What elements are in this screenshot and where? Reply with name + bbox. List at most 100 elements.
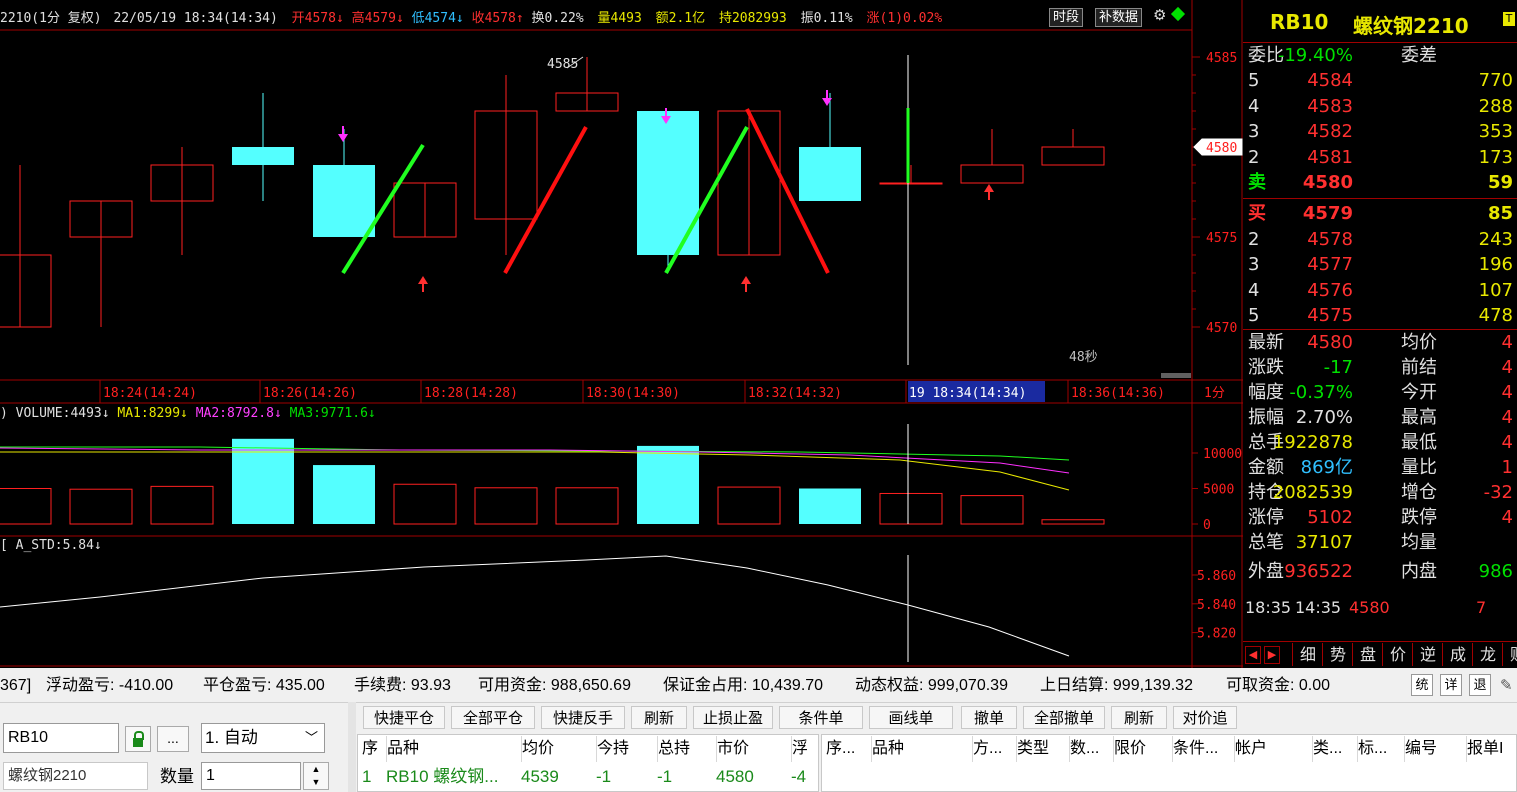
prev-icon[interactable]: ◀	[1245, 646, 1261, 664]
order-column-header[interactable]: 类型	[1016, 736, 1068, 762]
action-button[interactable]: 对价追	[1173, 706, 1237, 729]
quote-tab[interactable]: 细	[1292, 643, 1323, 666]
stats-row[interactable]: 振幅 2.70% 最高 4	[1243, 405, 1517, 430]
quote-tab[interactable]: 势	[1322, 643, 1353, 666]
stepper-up-icon[interactable]: ▲	[304, 763, 328, 776]
bid-row[interactable]: 5 4575 478	[1243, 303, 1517, 328]
action-button[interactable]: 快捷反手	[541, 706, 625, 729]
gear-icon[interactable]: ⚙	[1153, 6, 1166, 24]
mode-select[interactable]: 1. 自动 ﹀	[201, 723, 325, 753]
candle-body	[1041, 146, 1105, 166]
ask-price: 4581	[1307, 146, 1353, 168]
exit-icon[interactable]: 退	[1469, 674, 1491, 696]
order-column-header[interactable]: 方...	[972, 736, 1015, 762]
order-column-header[interactable]: 标...	[1357, 736, 1403, 762]
period-button[interactable]: 时段	[1049, 8, 1084, 27]
action-button[interactable]: 刷新	[631, 706, 687, 729]
quote-tabs: ◀ ▶ 细势盘价逆成龙财	[1243, 641, 1517, 667]
stats-row[interactable]: 幅度 -0.37% 今开 4	[1243, 380, 1517, 405]
action-button[interactable]: 快捷平仓	[363, 706, 445, 729]
arrow-down-icon: ↓	[455, 11, 464, 26]
ask-row[interactable]: 5 4584 770	[1243, 68, 1517, 93]
quote-tab[interactable]: 价	[1382, 643, 1413, 666]
lock-button[interactable]	[125, 726, 151, 752]
tick-time2: 14:35	[1295, 598, 1342, 617]
position-column-header[interactable]: 市价	[716, 736, 790, 762]
action-button[interactable]: 撤单	[961, 706, 1017, 729]
action-button[interactable]: 止损止盈	[693, 706, 773, 729]
ask-row[interactable]: 3 4582 353	[1243, 119, 1517, 144]
stats-row[interactable]: 涨跌 -17 前结 4	[1243, 355, 1517, 380]
action-button[interactable]: 画线单	[869, 706, 953, 729]
stat-value: 2.70%	[1295, 407, 1353, 428]
ask-level: 2	[1248, 146, 1260, 168]
stepper-down-icon[interactable]: ▼	[304, 776, 328, 789]
order-column-header[interactable]: 数...	[1069, 736, 1112, 762]
order-column-header[interactable]: 类...	[1312, 736, 1356, 762]
bid-row[interactable]: 买 4579 85	[1243, 201, 1517, 226]
stat-value: 1	[1501, 457, 1513, 478]
stat-label: 前结	[1401, 357, 1437, 378]
order-column-header[interactable]: 条件...	[1172, 736, 1233, 762]
ask-level: 3	[1248, 121, 1260, 142]
price-tick-label: 4585	[1206, 51, 1237, 66]
stat-value: 2082539	[1272, 482, 1353, 503]
order-column-header[interactable]: 限价	[1113, 736, 1171, 762]
current-price-label: 4580	[1206, 141, 1237, 156]
ask-row[interactable]: 4 4583 288	[1243, 94, 1517, 119]
action-button[interactable]: 条件单	[779, 706, 863, 729]
order-column-header[interactable]: 编号	[1404, 736, 1465, 762]
position-column-header[interactable]: 总持	[657, 736, 715, 762]
position-column-header[interactable]: 今持	[596, 736, 656, 762]
order-column-header[interactable]: 报单I	[1466, 736, 1514, 762]
stats-row[interactable]: 最新 4580 均价 4	[1243, 330, 1517, 355]
position-column-header[interactable]: 均价	[521, 736, 595, 762]
stats-row[interactable]: 涨停 5102 跌停 4	[1243, 505, 1517, 530]
position-column-header[interactable]: 品种	[386, 736, 520, 762]
stat-label: 量比	[1401, 457, 1437, 478]
next-icon[interactable]: ▶	[1264, 646, 1280, 664]
stat-value: -17	[1323, 357, 1353, 378]
signal-arrow-icon	[741, 276, 751, 284]
quote-tab[interactable]: 盘	[1352, 643, 1383, 666]
stat-value: 4	[1501, 407, 1513, 428]
diff-label: 委差	[1401, 45, 1437, 66]
bid-row[interactable]: 3 4577 196	[1243, 252, 1517, 277]
quantity-stepper[interactable]: ▲ ▼	[303, 762, 329, 790]
browse-button[interactable]: ...	[157, 726, 189, 752]
book-divider	[1243, 198, 1517, 199]
quote-tab[interactable]: 成	[1442, 643, 1473, 666]
stats-icon[interactable]: 统	[1411, 674, 1433, 696]
symbol-input[interactable]: RB10	[3, 723, 119, 753]
prev-settlement: 上日结算: 999,139.32	[1040, 677, 1193, 694]
quote-tab[interactable]: 龙	[1472, 643, 1503, 666]
quote-tab[interactable]: 逆	[1412, 643, 1443, 666]
order-column-header[interactable]: 序...	[826, 736, 869, 762]
quote-symbol: RB10	[1270, 10, 1329, 34]
order-column-header[interactable]: 帐户	[1234, 736, 1311, 762]
bid-row[interactable]: 4 4576 107	[1243, 278, 1517, 303]
stats-row[interactable]: 总笔 37107 均量	[1243, 530, 1517, 555]
position-column-header[interactable]: 浮	[791, 736, 814, 762]
trade-flag-icon[interactable]: T	[1503, 12, 1515, 26]
bid-row[interactable]: 2 4578 243	[1243, 227, 1517, 252]
stats-row[interactable]: 金额 869亿 量比 1	[1243, 455, 1517, 480]
ask-row[interactable]: 2 4581 173	[1243, 145, 1517, 170]
stat-label: 均价	[1401, 332, 1437, 353]
quantity-input[interactable]: 1	[201, 762, 301, 790]
stats-row[interactable]: 总手 1922878 最低 4	[1243, 430, 1517, 455]
pin-icon[interactable]: ✎	[1500, 676, 1513, 694]
stats-row[interactable]: 持仓 2082539 增仓 -32	[1243, 480, 1517, 505]
ask-row[interactable]: 卖 4580 59	[1243, 170, 1517, 195]
kline-chart[interactable]: 45854580457545704580458548秒18:24(14:24)1…	[0, 0, 1243, 668]
detail-icon[interactable]: 详	[1440, 674, 1462, 696]
action-button[interactable]: 全部平仓	[451, 706, 535, 729]
ask-price: 4583	[1307, 95, 1353, 117]
action-button[interactable]: 全部撤单	[1023, 706, 1105, 729]
quote-tab[interactable]: 财	[1502, 643, 1517, 666]
action-button[interactable]: 刷新	[1111, 706, 1167, 729]
header-volume: 量4493	[597, 11, 642, 26]
order-column-header[interactable]: 品种	[871, 736, 971, 762]
position-column-header[interactable]: 序	[362, 736, 384, 762]
fill-data-button[interactable]: 补数据	[1095, 8, 1143, 27]
